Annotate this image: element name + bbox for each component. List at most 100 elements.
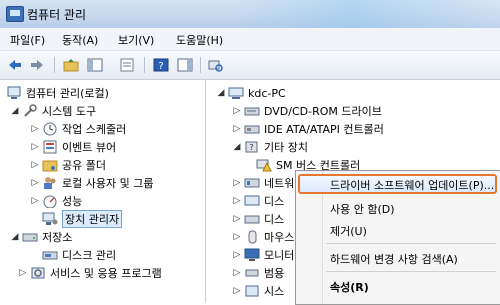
tree-label: 디스크 관리: [62, 249, 117, 262]
collapsed-arrow-icon[interactable]: ▷: [30, 124, 40, 134]
network-adapter-icon: [244, 176, 260, 190]
device-category-other[interactable]: ◢ ? 기타 장치: [232, 138, 308, 156]
device-label: 마우스: [264, 231, 295, 244]
tree-item-storage[interactable]: ◢ 저장소: [10, 228, 73, 246]
properties-icon[interactable]: [118, 56, 136, 74]
device-category-monitor[interactable]: ▷ 모니터: [232, 246, 294, 264]
tree-label: 서비스 및 응용 프로그램: [50, 267, 162, 280]
usb-controller-icon: [244, 266, 260, 280]
console-tree-pane: 컴퓨터 관리(로컬) ◢ 시스템 도구 ▷ 작업 스케줄러 ▷ 이벤트 뷰어 ▷…: [0, 80, 206, 303]
device-category-ide[interactable]: ▷ IDE ATA/ATAPI 컨트롤러: [232, 120, 384, 138]
collapsed-arrow-icon[interactable]: ▷: [232, 196, 242, 206]
device-root-pc[interactable]: ◢ kdc-PC: [216, 84, 286, 102]
device-label: 시스: [264, 285, 285, 298]
context-menu: 드라이버 소프트웨어 업데이트(P)... 사용 안 함(D) 제거(U) 하드…: [295, 170, 500, 305]
computer-management-icon: [6, 6, 24, 22]
collapsed-arrow-icon[interactable]: ▷: [232, 214, 242, 224]
tree-label: 저장소: [42, 231, 73, 244]
disk-drive-icon: [244, 212, 260, 226]
tree-label-selected: 장치 관리자: [62, 210, 123, 228]
tools-icon: [22, 104, 38, 118]
tree-item-event-viewer[interactable]: ▷ 이벤트 뷰어: [30, 138, 116, 156]
menu-item-scan-hardware[interactable]: 하드웨어 변경 사항 검색(A): [330, 251, 458, 267]
tree-item-disk-management[interactable]: 디스크 관리: [42, 246, 116, 264]
collapsed-arrow-icon[interactable]: ▷: [232, 268, 242, 278]
collapsed-arrow-icon[interactable]: ▷: [232, 106, 242, 116]
device-label: 디스: [264, 195, 285, 208]
storage-icon: [22, 230, 38, 244]
device-category-system[interactable]: ▷ 시스: [232, 282, 285, 300]
tree-item-services-apps[interactable]: ▷ 서비스 및 응용 프로그램: [18, 264, 162, 282]
menu-bar: 파일(F) 동작(A) 보기(V) 도움말(H): [0, 28, 500, 51]
expanded-arrow-icon[interactable]: ◢: [10, 106, 20, 116]
show-hide-tree-icon[interactable]: [86, 56, 104, 74]
users-icon: [42, 176, 58, 190]
collapsed-arrow-icon[interactable]: ▷: [232, 124, 242, 134]
tree-item-performance[interactable]: ▷ 성능: [30, 192, 82, 210]
collapsed-arrow-icon[interactable]: ▷: [232, 232, 242, 242]
collapsed-arrow-icon[interactable]: ▷: [232, 178, 242, 188]
tree-label: 작업 스케줄러: [62, 123, 127, 136]
tree-item-shared-folders[interactable]: ▷ 공유 폴더: [30, 156, 106, 174]
scan-hardware-icon[interactable]: [206, 56, 224, 74]
collapsed-arrow-icon[interactable]: ▷: [232, 250, 242, 260]
device-category-disk-1[interactable]: ▷ 디스: [232, 192, 285, 210]
dvd-drive-icon: [244, 104, 260, 118]
collapsed-arrow-icon[interactable]: ▷: [18, 268, 28, 278]
tree-label: 로컬 사용자 및 그룹: [62, 177, 154, 190]
menu-help[interactable]: 도움말(H): [176, 32, 223, 48]
collapsed-arrow-icon[interactable]: ▷: [30, 142, 40, 152]
forward-arrow-icon[interactable]: [28, 56, 46, 74]
menu-file[interactable]: 파일(F): [10, 32, 45, 48]
monitor-icon: [244, 248, 260, 262]
device-category-disk-2[interactable]: ▷ 디스: [232, 210, 285, 228]
device-category-network[interactable]: ▷ 네트워: [232, 174, 295, 192]
title-bar-glow: [230, 0, 500, 28]
device-label: 모니터: [264, 249, 295, 262]
device-category-dvd[interactable]: ▷ DVD/CD-ROM 드라이브: [232, 102, 382, 120]
tree-item-local-users[interactable]: ▷ 로컬 사용자 및 그룹: [30, 174, 153, 192]
device-label: IDE ATA/ATAPI 컨트롤러: [264, 123, 384, 136]
folder-up-icon[interactable]: [62, 56, 80, 74]
clock-icon: [42, 122, 58, 136]
device-category-mouse[interactable]: ▷ 마우스: [232, 228, 294, 246]
tree-label: 시스템 도구: [42, 105, 97, 118]
expanded-arrow-icon[interactable]: ◢: [232, 142, 242, 152]
show-hide-action-pane-icon[interactable]: [176, 56, 194, 74]
ide-controller-icon: [244, 122, 260, 136]
collapsed-arrow-icon[interactable]: ▷: [30, 178, 40, 188]
expanded-arrow-icon[interactable]: ◢: [216, 88, 226, 98]
tree-item-computer-management[interactable]: 컴퓨터 관리(로컬): [6, 84, 109, 102]
menu-view[interactable]: 보기(V): [118, 32, 154, 48]
toolbar-separator: [54, 57, 55, 73]
menu-item-uninstall[interactable]: 제거(U): [330, 223, 367, 239]
collapsed-arrow-icon[interactable]: ▷: [232, 286, 242, 296]
menu-item-properties[interactable]: 속성(R): [330, 279, 369, 295]
device-category-general[interactable]: ▷ 범용: [232, 264, 285, 282]
tree-item-task-scheduler[interactable]: ▷ 작업 스케줄러: [30, 120, 126, 138]
tree-item-device-manager[interactable]: 장치 관리자: [42, 210, 123, 228]
title-bar: 컴퓨터 관리: [0, 0, 500, 28]
menu-item-update-driver[interactable]: 드라이버 소프트웨어 업데이트(P)...: [330, 177, 494, 193]
computer-management-icon: [6, 86, 22, 100]
collapsed-arrow-icon[interactable]: ▷: [30, 196, 40, 206]
tree-item-system-tools[interactable]: ◢ 시스템 도구: [10, 102, 96, 120]
mouse-icon: [244, 230, 260, 244]
services-icon: [30, 266, 46, 280]
tree-label: 컴퓨터 관리(로컬): [26, 87, 109, 100]
tree-label: 성능: [62, 195, 83, 208]
toolbar: ?: [0, 51, 500, 80]
svg-text:?: ?: [158, 61, 163, 72]
back-arrow-icon[interactable]: [6, 56, 24, 74]
toolbar-separator: [200, 57, 201, 73]
device-label: 범용: [264, 267, 285, 280]
performance-icon: [42, 194, 58, 208]
warning-device-icon: [256, 158, 272, 172]
tree-label: 공유 폴더: [62, 159, 106, 172]
expanded-arrow-icon[interactable]: ◢: [10, 232, 20, 242]
collapsed-arrow-icon[interactable]: ▷: [30, 160, 40, 170]
menu-item-disable[interactable]: 사용 안 함(D): [330, 201, 395, 217]
help-icon[interactable]: ?: [152, 56, 170, 74]
tree-label: 이벤트 뷰어: [62, 141, 117, 154]
menu-action[interactable]: 동작(A): [62, 32, 98, 48]
